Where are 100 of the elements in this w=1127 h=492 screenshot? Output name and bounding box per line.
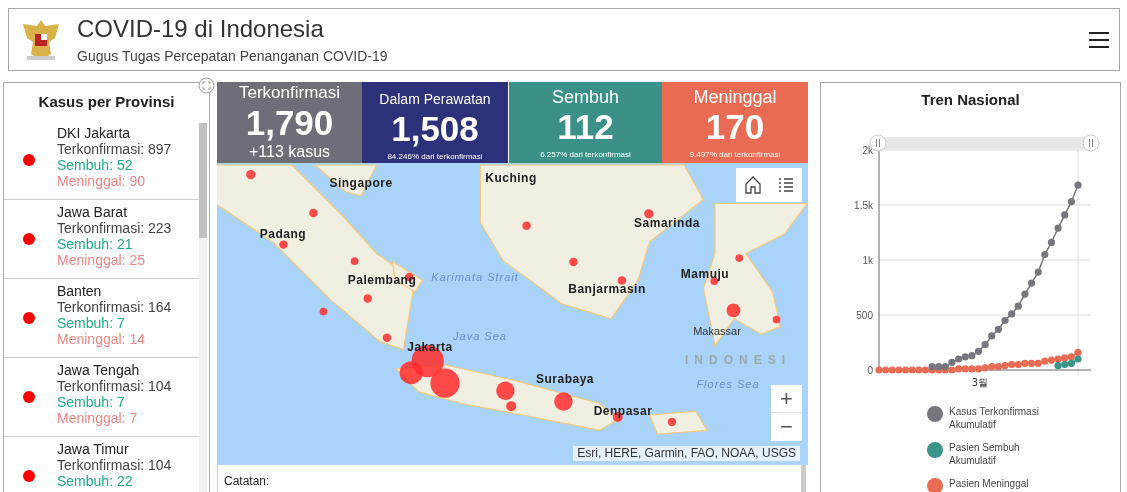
confirmed-count: Terkonfirmasi: 897 [57, 141, 172, 157]
stat-value: 1,508 [391, 109, 479, 149]
point [882, 366, 890, 374]
deaths-count: Meninggal: 25 [57, 252, 146, 268]
point [1061, 211, 1069, 219]
axis-title: 3월 [971, 377, 989, 388]
stat-note: 84.246% dari terkonfirmasi [387, 151, 483, 163]
stat-title: Meninggal [693, 87, 777, 107]
place-label: Palembang [347, 273, 417, 287]
stat-note: 9.497% dari terkonfirmasi [689, 149, 781, 161]
point [1054, 224, 1062, 232]
point [981, 364, 989, 372]
point [1061, 360, 1069, 369]
point [988, 332, 996, 340]
point [1041, 357, 1049, 365]
place-label: Samarinda [634, 216, 700, 230]
recovered-count: Sembuh: 22 [57, 473, 134, 489]
point [921, 366, 930, 374]
zoom-in-button[interactable]: + [771, 385, 802, 413]
deaths-count: Meninggal: 90 [57, 173, 146, 189]
place-label: Denpasar [593, 404, 653, 418]
province-name: Jawa Timur [57, 441, 130, 457]
zoom-out-button[interactable]: − [771, 413, 802, 441]
point [1008, 310, 1016, 318]
point [948, 358, 956, 366]
point [1054, 355, 1062, 363]
legend-label: Pasien Sembuh Akumulatif [949, 441, 1021, 467]
map-view[interactable]: Singapore Kuching Samarinda Padang Palembang Karimata Strait Banjarmasin Mamuju Java Sea Makassar INDONESI Jakarta Surabaya Flores Sea Denpasar + − Esri, HERE, Garmin, FAO, NOAA, USGS [217, 163, 808, 465]
point [955, 355, 963, 363]
slider-handle[interactable] [1082, 134, 1100, 152]
point [1047, 238, 1056, 246]
point [994, 325, 1002, 333]
point [1034, 359, 1042, 367]
point [901, 366, 910, 374]
point [974, 347, 983, 355]
point [1067, 353, 1075, 361]
point [1001, 316, 1009, 325]
scrollbar-thumb[interactable] [801, 465, 806, 492]
point [908, 366, 916, 374]
point [1021, 359, 1029, 367]
confirmed-count: Terkonfirmasi: 104 [57, 457, 172, 473]
point [1041, 250, 1049, 259]
point [1034, 268, 1042, 276]
expand-icon[interactable] [198, 77, 215, 94]
stat-value: 112 [557, 107, 614, 147]
point [961, 353, 969, 361]
menu-icon[interactable] [1089, 30, 1109, 49]
confirmed-count: Terkonfirmasi: 164 [57, 299, 172, 315]
app-title: COVID-19 di Indonesia [77, 13, 325, 44]
place-label: Banjarmasin [568, 282, 646, 296]
point [1014, 302, 1022, 310]
province-name: Jawa Barat [57, 204, 129, 220]
point [968, 352, 976, 360]
point [888, 366, 896, 374]
point [968, 365, 976, 373]
point [1001, 362, 1009, 370]
deaths-count: Meninggal: 14 [57, 331, 146, 347]
point [1074, 348, 1082, 356]
stat-note: 6.257% dari terkonfirmasi [540, 149, 631, 161]
point [955, 365, 963, 373]
home-icon[interactable] [744, 176, 761, 194]
panel-title: Tren Nasional [920, 90, 1021, 110]
axis-tick-label: 500 [856, 310, 873, 321]
panel-title: Kasus per Provinsi [37, 91, 176, 112]
point [1054, 362, 1062, 370]
place-label: Padang [259, 227, 307, 241]
province-name: DKI Jakarta [57, 125, 132, 141]
point [994, 363, 1002, 371]
stat-title: Dalam Perawatan [379, 90, 491, 109]
confirmed-count: Terkonfirmasi: 104 [57, 378, 172, 394]
axis-tick-label: 1.5k [854, 200, 873, 211]
notes-label: Catatan: [224, 473, 270, 490]
place-label: Makassar [693, 324, 741, 338]
water-label: Karimata Strait [431, 270, 519, 284]
point [1067, 359, 1075, 367]
point [948, 366, 956, 374]
axis-tick-label: 0 [867, 365, 873, 376]
recovered-count: Sembuh: 52 [57, 157, 134, 173]
scrollbar-thumb[interactable] [199, 123, 207, 238]
point [915, 366, 923, 374]
place-label: INDONESI [685, 353, 791, 367]
point [1027, 359, 1036, 367]
confirmed-count: Terkonfirmasi: 223 [57, 220, 172, 236]
list-icon[interactable] [777, 177, 794, 193]
axis-tick-label: 2k [862, 145, 873, 156]
point [1021, 290, 1029, 298]
province-name: Jawa Tengah [57, 362, 141, 378]
deaths-count: Meninggal: 7 [57, 410, 139, 426]
point [974, 365, 983, 373]
legend-label: Kasus Terkonfirmasi Akumulatif [949, 405, 1040, 431]
water-label: Java Sea [453, 329, 507, 343]
point [1008, 360, 1016, 369]
stat-title: Terkonfirmasi [238, 83, 341, 103]
point [988, 363, 996, 371]
place-label: Mamuju [680, 267, 730, 281]
place-label: Surabaya [536, 372, 594, 386]
province-name: Banten [57, 283, 103, 299]
place-label: Jakarta [407, 340, 453, 354]
recovered-count: Sembuh: 7 [57, 394, 126, 410]
point [961, 365, 969, 373]
